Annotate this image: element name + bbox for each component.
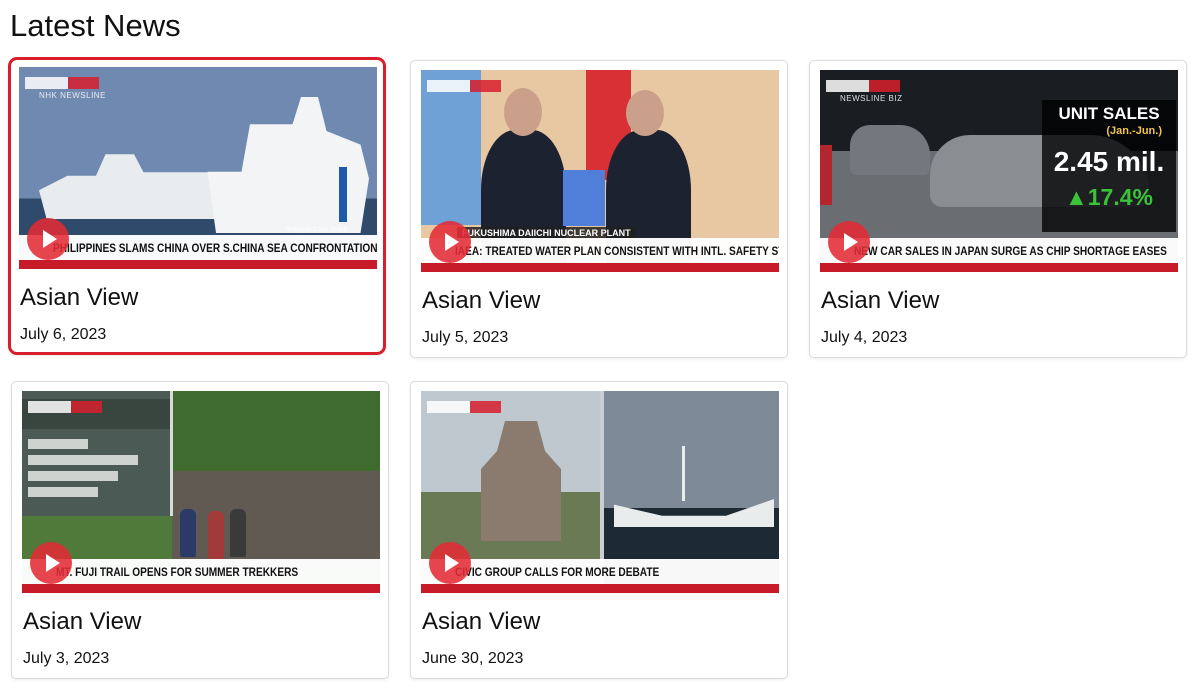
un-flag-graphic — [421, 70, 481, 225]
car-graphic — [850, 125, 930, 175]
card-date: July 3, 2023 — [23, 650, 110, 667]
news-thumbnail[interactable]: CIVIC GROUP CALLS FOR MORE DEBATE — [421, 391, 779, 593]
news-card[interactable]: NHK NEWSLINE Philippine Coast Guard PHIL… — [8, 57, 386, 355]
stats-period: (Jan.-Jun.) — [1106, 125, 1162, 137]
headline-text: IAEA: TREATED WATER PLAN CONSISTENT WITH… — [455, 246, 779, 258]
nhk-logo — [25, 77, 99, 89]
news-thumbnail[interactable]: NEWSLINE BIZ UNIT SALES (Jan.-Jun.) 2.45… — [820, 70, 1178, 272]
program-label: NHK NEWSLINE — [39, 91, 106, 100]
card-date: July 6, 2023 — [20, 326, 107, 343]
stats-value: 2.45 mil. — [1053, 146, 1165, 177]
news-card[interactable]: MT. FUJI TRAIL OPENS FOR SUMMER TREKKERS… — [11, 381, 389, 679]
headline-text: MT. FUJI TRAIL OPENS FOR SUMMER TREKKERS — [56, 567, 299, 579]
card-title[interactable]: Asian View — [23, 608, 141, 636]
headline-ticker: PHILIPPINES SLAMS CHINA OVER S.CHINA SEA… — [19, 235, 377, 269]
page-title: Latest News — [10, 8, 181, 43]
card-title[interactable]: Asian View — [422, 287, 540, 315]
image-credit: Philippine Coast Guard — [285, 227, 347, 233]
headline-text: PHILIPPINES SLAMS CHINA OVER S.CHINA SEA… — [53, 243, 377, 255]
play-icon[interactable] — [27, 218, 69, 260]
hiker-graphic — [208, 511, 224, 559]
headline-ticker: MT. FUJI TRAIL OPENS FOR SUMMER TREKKERS — [22, 559, 380, 593]
headline-ticker: IAEA: TREATED WATER PLAN CONSISTENT WITH… — [421, 238, 779, 272]
news-card[interactable]: CIVIC GROUP CALLS FOR MORE DEBATE Asian … — [410, 381, 788, 679]
headline-ticker: CIVIC GROUP CALLS FOR MORE DEBATE — [421, 559, 779, 593]
card-title[interactable]: Asian View — [821, 287, 939, 315]
card-title[interactable]: Asian View — [20, 284, 138, 312]
card-title[interactable]: Asian View — [422, 608, 540, 636]
document-folder — [563, 170, 605, 226]
news-card[interactable]: FUKUSHIMA DAIICHI NUCLEAR PLANT IAEA: TR… — [410, 60, 788, 358]
hiker-graphic — [180, 509, 196, 557]
headline-ticker: NEW CAR SALES IN JAPAN SURGE AS CHIP SHO… — [820, 238, 1178, 272]
ship-graphic — [39, 154, 229, 219]
news-thumbnail[interactable]: NHK NEWSLINE Philippine Coast Guard PHIL… — [19, 67, 377, 269]
program-label: NEWSLINE BIZ — [840, 94, 903, 103]
card-date: July 4, 2023 — [821, 329, 908, 346]
headline-text: CIVIC GROUP CALLS FOR MORE DEBATE — [455, 567, 660, 579]
news-thumbnail[interactable]: MT. FUJI TRAIL OPENS FOR SUMMER TREKKERS — [22, 391, 380, 593]
stats-title: UNIT SALES — [1058, 104, 1160, 123]
news-thumbnail[interactable]: FUKUSHIMA DAIICHI NUCLEAR PLANT IAEA: TR… — [421, 70, 779, 272]
card-date: June 30, 2023 — [422, 650, 524, 667]
play-icon[interactable] — [828, 221, 870, 263]
nhk-logo — [826, 80, 900, 92]
nhk-logo — [28, 401, 102, 413]
nhk-logo — [427, 80, 501, 92]
hiker-graphic — [230, 509, 246, 557]
nhk-logo — [427, 401, 501, 413]
sales-stats-panel: UNIT SALES (Jan.-Jun.) 2.45 mil. ▲17.4% — [1042, 100, 1176, 232]
play-icon[interactable] — [429, 542, 471, 584]
forest-graphic — [172, 391, 380, 481]
play-icon[interactable] — [429, 221, 471, 263]
stone-wall-graphic — [172, 471, 380, 571]
headline-text: NEW CAR SALES IN JAPAN SURGE AS CHIP SHO… — [854, 246, 1167, 258]
stats-change: ▲17.4% — [1065, 184, 1153, 210]
card-date: July 5, 2023 — [422, 329, 509, 346]
news-card[interactable]: NEWSLINE BIZ UNIT SALES (Jan.-Jun.) 2.45… — [809, 60, 1187, 358]
play-icon[interactable] — [30, 542, 72, 584]
